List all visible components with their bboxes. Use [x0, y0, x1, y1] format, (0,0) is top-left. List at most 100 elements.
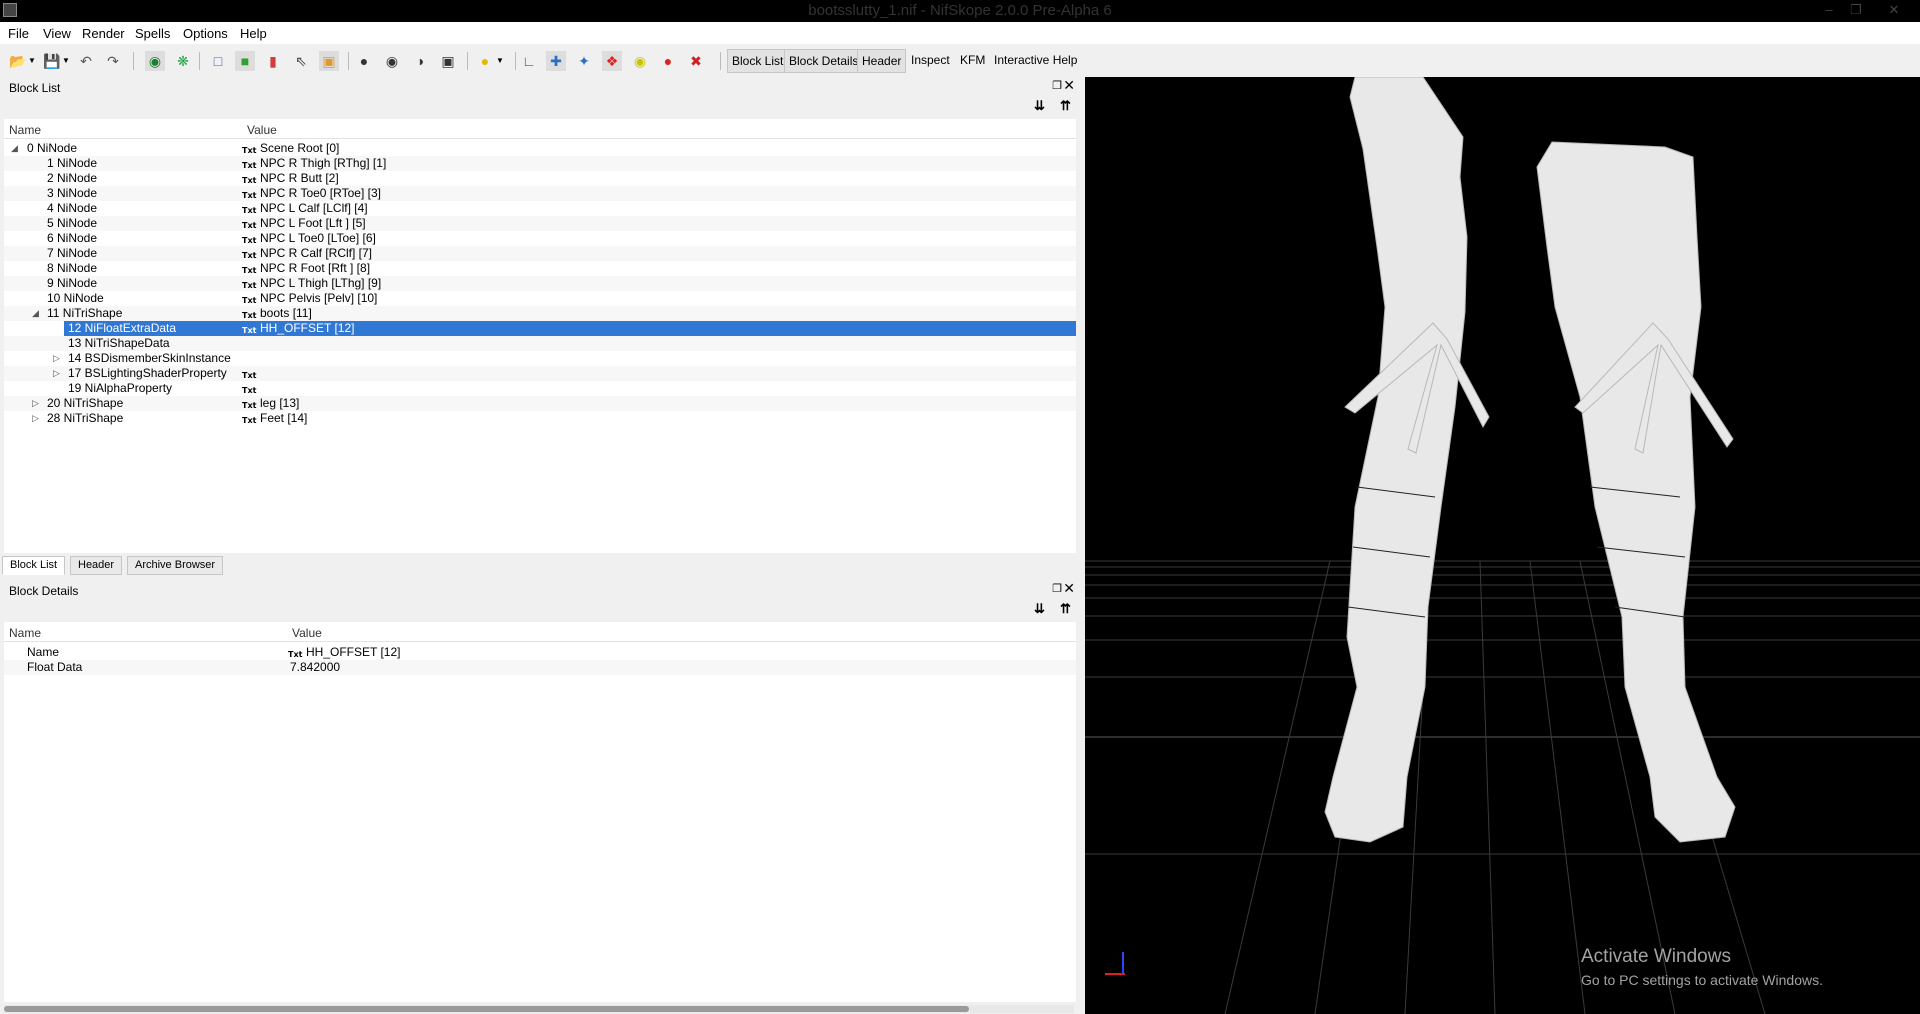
collapse-all-icon[interactable]: ⇈ — [1060, 98, 1071, 114]
horizontal-scrollbar[interactable] — [4, 1005, 1074, 1013]
tree-row[interactable]: 10 NiNode Txt NPC Pelvis [Pelv] [10] — [4, 291, 1076, 306]
float-dock-icon[interactable]: ❐ — [1052, 79, 1062, 92]
row-value[interactable]: 7.842000 — [290, 660, 340, 675]
menu-help[interactable]: Help — [240, 26, 267, 41]
interactive-help-toggle[interactable]: Interactive Help — [990, 49, 1081, 73]
collapsed-arrow-icon[interactable]: ▷ — [32, 396, 39, 411]
menu-options[interactable]: Options — [183, 26, 228, 41]
row-name: 3 NiNode — [47, 186, 98, 200]
collapse-all-icon[interactable]: ⇈ — [1060, 601, 1071, 617]
row-name: 13 NiTriShapeData — [68, 336, 170, 350]
window-title: bootsslutty_1.nif - NifSkope 2.0.0 Pre-A… — [808, 2, 1112, 19]
tree-row[interactable]: 6 NiNode Txt NPC L Toe0 [LToe] [6] — [4, 231, 1076, 246]
tree-row[interactable]: 2 NiNode Txt NPC R Butt [2] — [4, 171, 1076, 186]
vertex-colors-icon[interactable]: ● — [354, 51, 374, 71]
tree-row-selected[interactable]: 12 NiFloatExtraData Txt HH_OFFSET [12] — [4, 321, 1076, 336]
inspect-toggle[interactable]: Inspect — [907, 49, 954, 73]
normals-icon[interactable]: ⇖ — [291, 51, 311, 71]
float-dock-icon[interactable]: ❐ — [1052, 582, 1062, 595]
tree-row[interactable]: ▷ 17 BSLightingShaderProperty Txt — [4, 366, 1076, 381]
chevron-down-icon[interactable]: ▼ — [56, 51, 76, 71]
row-value: NPC L Toe0 [LToe] [6] — [260, 231, 376, 245]
render-viewport[interactable] — [1085, 77, 1920, 1014]
tree-row[interactable]: 3 NiNode Txt NPC R Toe0 [RToe] [3] — [4, 186, 1076, 201]
axes-icon[interactable]: ∟ — [519, 51, 539, 71]
row-name: 20 NiTriShape — [47, 396, 124, 410]
tree-row[interactable]: 7 NiNode Txt NPC R Calf [RClf] [7] — [4, 246, 1076, 261]
marker-icon[interactable]: ● — [658, 51, 678, 71]
tree-row[interactable]: 9 NiNode Txt NPC L Thigh [LThg] [9] — [4, 276, 1076, 291]
tree-row[interactable]: 8 NiNode Txt NPC R Foot [Rft ] [8] — [4, 261, 1076, 276]
chevron-down-icon[interactable]: ▼ — [490, 51, 510, 71]
row-name: 28 NiTriShape — [47, 411, 124, 425]
close-window-button[interactable]: ✕ — [1880, 2, 1908, 18]
skeleton-icon[interactable]: ✦ — [574, 51, 594, 71]
solid-box-icon[interactable]: ■ — [235, 51, 255, 71]
detail-row[interactable]: Name Txt HH_OFFSET [12] — [4, 645, 1076, 660]
row-value: NPC L Thigh [LThg] [9] — [260, 276, 382, 290]
row-name: 14 BSDismemberSkinInstance — [68, 351, 231, 365]
menu-view[interactable]: View — [43, 26, 71, 41]
chevron-down-icon[interactable]: ▼ — [22, 51, 42, 71]
texture-icon[interactable]: ▮ — [263, 51, 283, 71]
hide-eye-icon[interactable]: ◑ — [410, 51, 430, 71]
kfm-toggle[interactable]: KFM — [956, 49, 989, 73]
toolbar-separator — [467, 52, 468, 70]
eye-icon[interactable]: ◉ — [382, 51, 402, 71]
toolbar-separator — [133, 52, 134, 70]
row-name: 7 NiNode — [47, 246, 98, 260]
column-header-name[interactable]: Name — [9, 123, 41, 137]
expand-all-icon[interactable]: ⇊ — [1034, 601, 1045, 617]
tree-row[interactable]: 19 NiAlphaProperty Txt — [4, 381, 1076, 396]
row-name: 0 NiNode — [27, 141, 78, 155]
row-value: NPC L Foot [Lft ] [5] — [260, 216, 366, 230]
expand-all-icon[interactable]: ⇊ — [1034, 98, 1045, 114]
menu-spells[interactable]: Spells — [135, 26, 170, 41]
tree-row[interactable]: 1 NiNode Txt NPC R Thigh [RThg] [1] — [4, 156, 1076, 171]
wireframe-box-icon[interactable]: □ — [208, 51, 228, 71]
menu-file[interactable]: File — [8, 26, 29, 41]
minimize-button[interactable]: – — [1815, 2, 1843, 18]
expanded-arrow-icon[interactable]: ◢ — [11, 141, 18, 156]
collapsed-arrow-icon[interactable]: ▷ — [53, 351, 60, 366]
tree-row[interactable]: ▷ 14 BSDismemberSkinInstance — [4, 351, 1076, 366]
nodes-icon[interactable]: ❋ — [173, 51, 193, 71]
row-name: 1 NiNode — [47, 156, 98, 170]
undo-icon[interactable]: ↶ — [76, 51, 96, 71]
tab-header[interactable]: Header — [70, 556, 123, 575]
tree-row[interactable]: ▷ 28 NiTriShape Txt Feet [14] — [4, 411, 1076, 426]
close-dock-icon[interactable]: ✕ — [1063, 77, 1075, 94]
tree-row[interactable]: 4 NiNode Txt NPC L Calf [LClf] [4] — [4, 201, 1076, 216]
close-dock-icon[interactable]: ✕ — [1063, 580, 1075, 597]
tree-row[interactable]: ◢ 11 NiTriShape Txt boots [11] — [4, 306, 1076, 321]
menu-render[interactable]: Render — [82, 26, 125, 41]
tab-archive-browser[interactable]: Archive Browser — [127, 556, 224, 575]
redo-icon[interactable]: ↷ — [103, 51, 123, 71]
maximize-button[interactable]: ❐ — [1842, 2, 1870, 18]
row-value[interactable]: HH_OFFSET [12] — [306, 645, 400, 660]
tree-row[interactable]: ▷ 20 NiTriShape Txt leg [13] — [4, 396, 1076, 411]
havok-icon[interactable]: ◉ — [630, 51, 650, 71]
cube-icon[interactable]: ▣ — [319, 51, 339, 71]
tree-row[interactable]: 5 NiNode Txt NPC L Foot [Lft ] [5] — [4, 216, 1076, 231]
detail-row[interactable]: Float Data 7.842000 — [4, 660, 1076, 675]
tab-block-list[interactable]: Block List — [2, 556, 66, 575]
column-header-name[interactable]: Name — [9, 626, 41, 640]
column-header-value[interactable]: Value — [247, 123, 277, 137]
tree-row[interactable]: 13 NiTriShapeData — [4, 336, 1076, 351]
scrollbar-thumb[interactable] — [4, 1006, 969, 1012]
hide-markers-icon[interactable]: ✖ — [686, 51, 706, 71]
expanded-arrow-icon[interactable]: ◢ — [32, 306, 39, 321]
block-list-toggle[interactable]: Block List — [727, 49, 789, 73]
column-header-value[interactable]: Value — [292, 626, 322, 640]
header-toggle[interactable]: Header — [857, 49, 907, 73]
constraints-icon[interactable]: ✚ — [546, 51, 566, 71]
row-name: 5 NiNode — [47, 216, 98, 230]
bones-icon[interactable]: ❖ — [602, 51, 622, 71]
globe-icon[interactable]: ◉ — [145, 51, 165, 71]
collapsed-arrow-icon[interactable]: ▷ — [53, 366, 60, 381]
block-details-toggle[interactable]: Block Details — [784, 49, 864, 73]
screenshot-icon[interactable]: ▣ — [438, 51, 458, 71]
tree-row[interactable]: ◢ 0 NiNode Txt Scene Root [0] — [4, 141, 1076, 156]
collapsed-arrow-icon[interactable]: ▷ — [32, 411, 39, 426]
